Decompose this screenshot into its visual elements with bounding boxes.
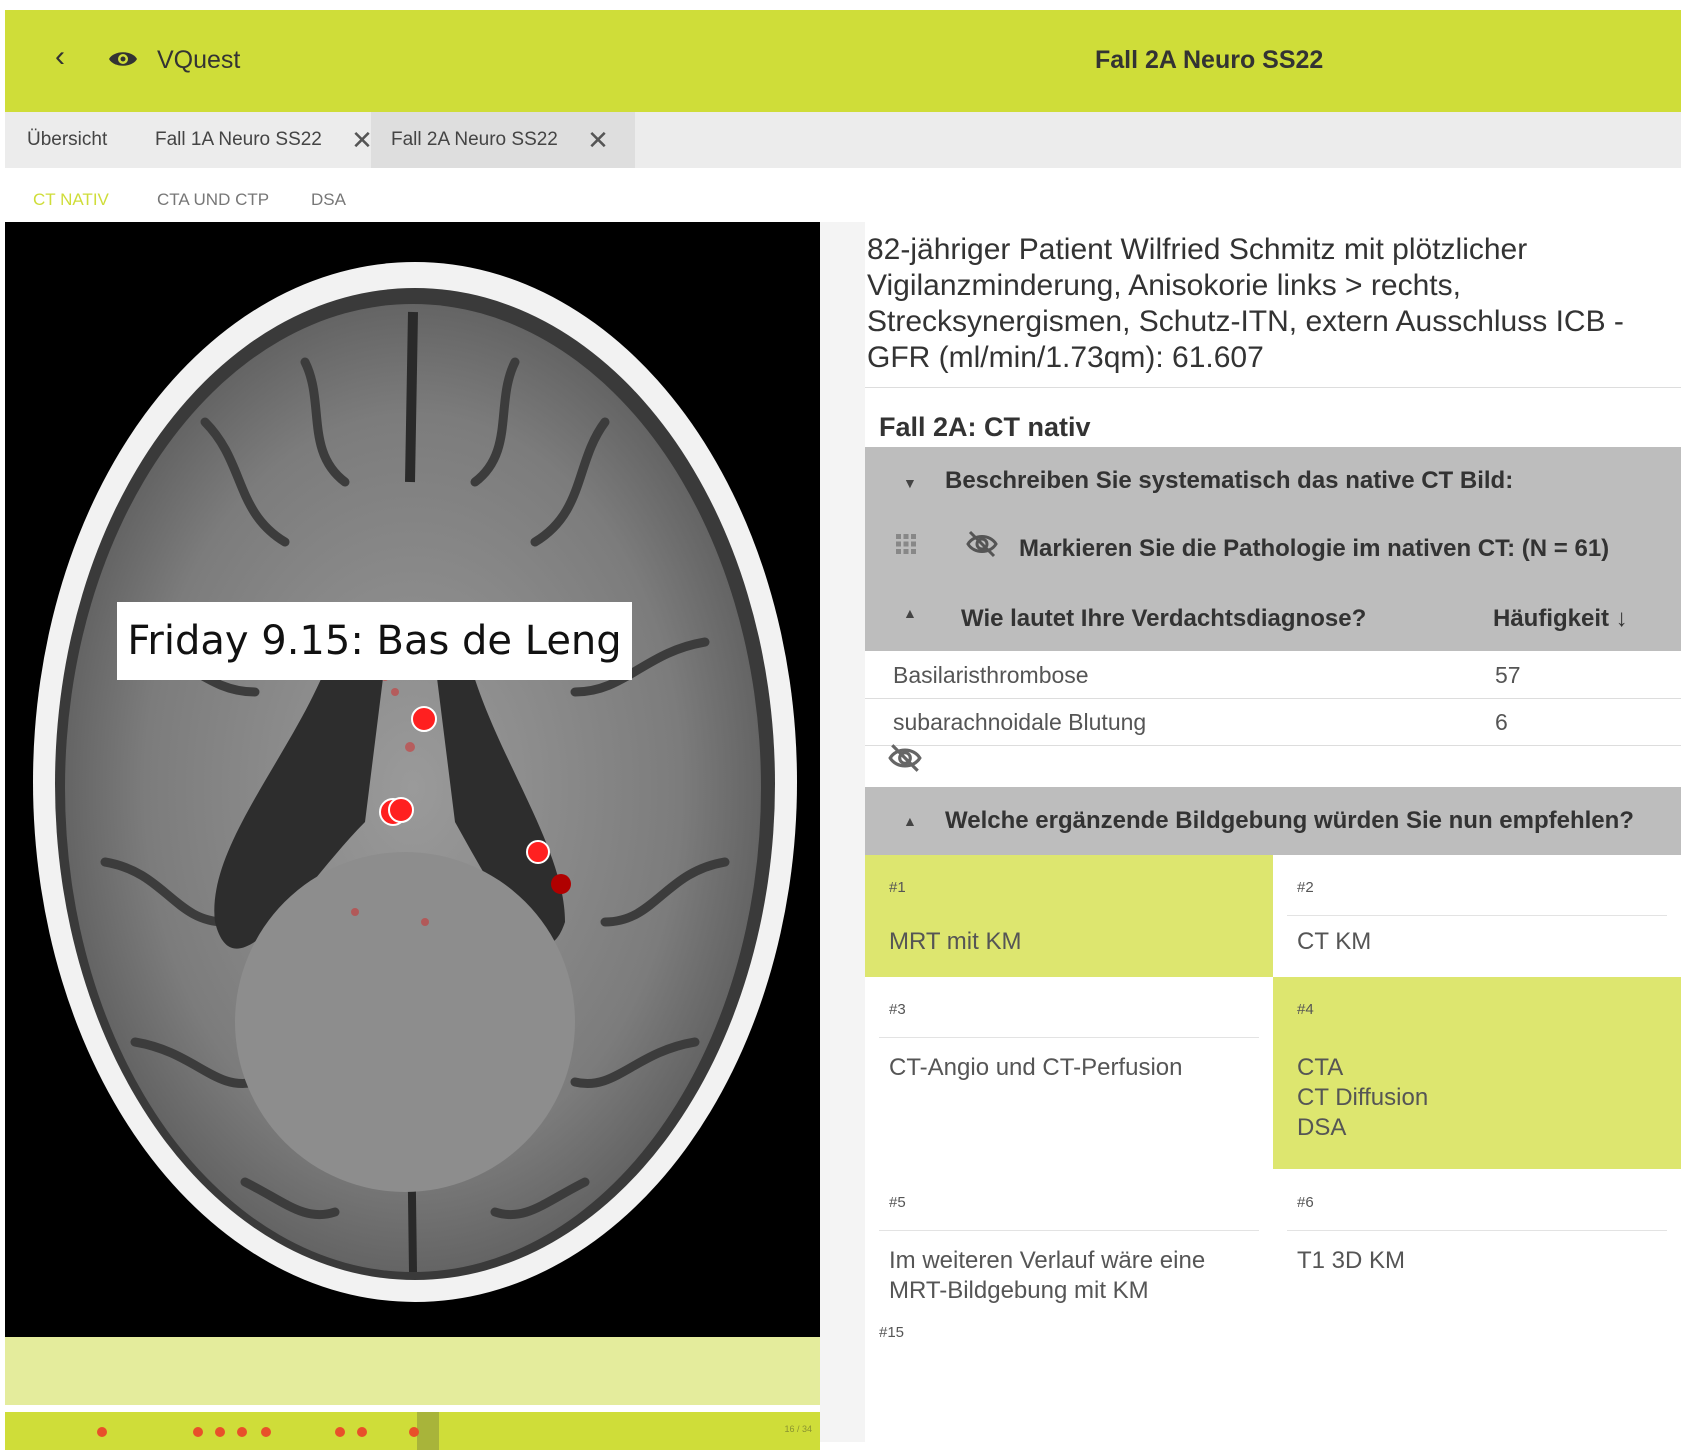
close-icon[interactable]: ✕ (587, 112, 609, 168)
eye-off-icon[interactable] (887, 742, 923, 774)
app-name: VQuest (157, 46, 241, 74)
subtab-dsa[interactable]: DSA (311, 190, 346, 210)
question-group: ▼ Welche ergänzende Bildgebung würden Si… (865, 787, 1681, 855)
viewer-footer (5, 1337, 820, 1405)
caret-up-icon[interactable]: ▼ (903, 815, 917, 831)
chevron-left-icon[interactable]: ‹ (55, 40, 65, 74)
diagnosis-count: 6 (1495, 709, 1508, 735)
answer-card[interactable]: #2 CT KM (1273, 855, 1681, 977)
frequency-column-header[interactable]: Häufigkeit ↓ (1493, 605, 1628, 633)
diagnosis-label: subarachnoidale Blutung (893, 709, 1147, 735)
subtab-cta-ctp[interactable]: CTA UND CTP (157, 190, 269, 210)
eye-icon (109, 52, 137, 66)
divider (865, 387, 1681, 388)
answer-card[interactable]: #5 Im weiteren Verlauf wäre eine MRT-Bil… (865, 1170, 1273, 1320)
annotation-marker[interactable] (237, 1427, 247, 1437)
eye-off-icon[interactable] (965, 529, 999, 559)
question-1[interactable]: Beschreiben Sie systematisch das native … (945, 467, 1513, 495)
answer-text: MRT mit KM (889, 928, 1022, 955)
answer-card[interactable]: #1 MRT mit KM (865, 855, 1273, 977)
answer-number: #1 (889, 879, 906, 896)
answer-number: #5 (889, 1194, 906, 1211)
tab-overview[interactable]: Übersicht (27, 112, 107, 168)
panel-divider[interactable] (820, 222, 865, 1442)
answer-text: CTA CT Diffusion DSA (1297, 1054, 1429, 1141)
annotation-marker[interactable] (409, 1427, 419, 1437)
answer-number: #4 (1297, 1001, 1314, 1018)
question-3[interactable]: Wie lautet Ihre Verdachtsdiagnose? (961, 605, 1366, 633)
annotation-marker[interactable] (357, 1427, 367, 1437)
annotation-marker[interactable] (335, 1427, 345, 1437)
app-header: ‹ VQuest Fall 2A Neuro SS22 (5, 10, 1681, 112)
answer-number: #15 (879, 1324, 905, 1341)
ct-brain-scan[interactable] (5, 222, 820, 1334)
diagnosis-count: 57 (1495, 662, 1521, 688)
answer-text: CT-Angio und CT-Perfusion (889, 1054, 1183, 1081)
divider (1287, 1230, 1667, 1231)
divider (1287, 915, 1667, 916)
section-title: Fall 2A: CT nativ (879, 412, 1091, 442)
tab-fall-1a[interactable]: Fall 1A Neuro SS22 ✕ (155, 112, 373, 168)
close-icon[interactable]: ✕ (351, 112, 373, 168)
grid-icon[interactable] (895, 533, 917, 555)
annotation-marker[interactable] (97, 1427, 107, 1437)
tab-label: Übersicht (27, 129, 108, 150)
table-row: Basilaristhrombose 57 (865, 652, 1681, 699)
question-group: ▼ Beschreiben Sie systematisch das nativ… (865, 447, 1681, 651)
app-window: ‹ VQuest Fall 2A Neuro SS22 Übersicht Fa… (5, 10, 1681, 1450)
divider (879, 1230, 1259, 1231)
answer-card[interactable]: #3 CT-Angio und CT-Perfusion (865, 977, 1273, 1169)
subtab-ct-nativ[interactable]: CT NATIV (33, 190, 109, 210)
scrubber-thumb[interactable] (417, 1412, 439, 1450)
caret-down-icon[interactable]: ▼ (903, 475, 917, 491)
caret-up-icon[interactable]: ▼ (903, 607, 917, 623)
slice-scrubber[interactable]: 16 / 34 (5, 1412, 820, 1450)
sub-tab-bar: CT NATIV CTA UND CTP DSA (5, 168, 1681, 230)
divider (879, 1037, 1259, 1038)
answer-card[interactable]: #4 CTA CT Diffusion DSA (1273, 977, 1681, 1169)
answer-number: #6 (1297, 1194, 1314, 1211)
question-4[interactable]: Welche ergänzende Bildgebung würden Sie … (945, 807, 1634, 835)
image-viewer[interactable]: Friday 9.15: Bas de Leng 16 / 34 (5, 222, 820, 1450)
annotation-marker[interactable] (193, 1427, 203, 1437)
question-panel: 82-jähriger Patient Wilfried Schmitz mit… (865, 222, 1681, 1440)
page-title: Fall 2A Neuro SS22 (1095, 46, 1324, 74)
case-description: 82-jähriger Patient Wilfried Schmitz mit… (867, 233, 1624, 374)
presenter-label: Friday 9.15: Bas de Leng (117, 602, 632, 680)
answer-number: #2 (1297, 879, 1314, 896)
tab-bar: Übersicht Fall 1A Neuro SS22 ✕ Fall 2A N… (5, 112, 1681, 168)
answer-card[interactable]: #6 T1 3D KM (1273, 1170, 1681, 1320)
answer-text: CT KM (1297, 928, 1372, 955)
tab-label: Fall 2A Neuro SS22 (391, 129, 558, 151)
table-row: subarachnoidale Blutung 6 (865, 699, 1681, 746)
answer-text: T1 3D KM (1297, 1247, 1406, 1274)
annotation-marker[interactable] (261, 1427, 271, 1437)
annotation-marker[interactable] (215, 1427, 225, 1437)
tab-label: Fall 1A Neuro SS22 (155, 129, 322, 151)
answer-text: Im weiteren Verlauf wäre eine MRT-Bildge… (889, 1247, 1206, 1304)
answer-number: #3 (889, 1001, 906, 1018)
question-2[interactable]: Markieren Sie die Pathologie im nativen … (1019, 535, 1609, 563)
tab-fall-2a[interactable]: Fall 2A Neuro SS22 ✕ (371, 112, 635, 168)
diagnosis-label: Basilaristhrombose (893, 662, 1089, 688)
slice-indicator: 16 / 34 (784, 1424, 812, 1434)
